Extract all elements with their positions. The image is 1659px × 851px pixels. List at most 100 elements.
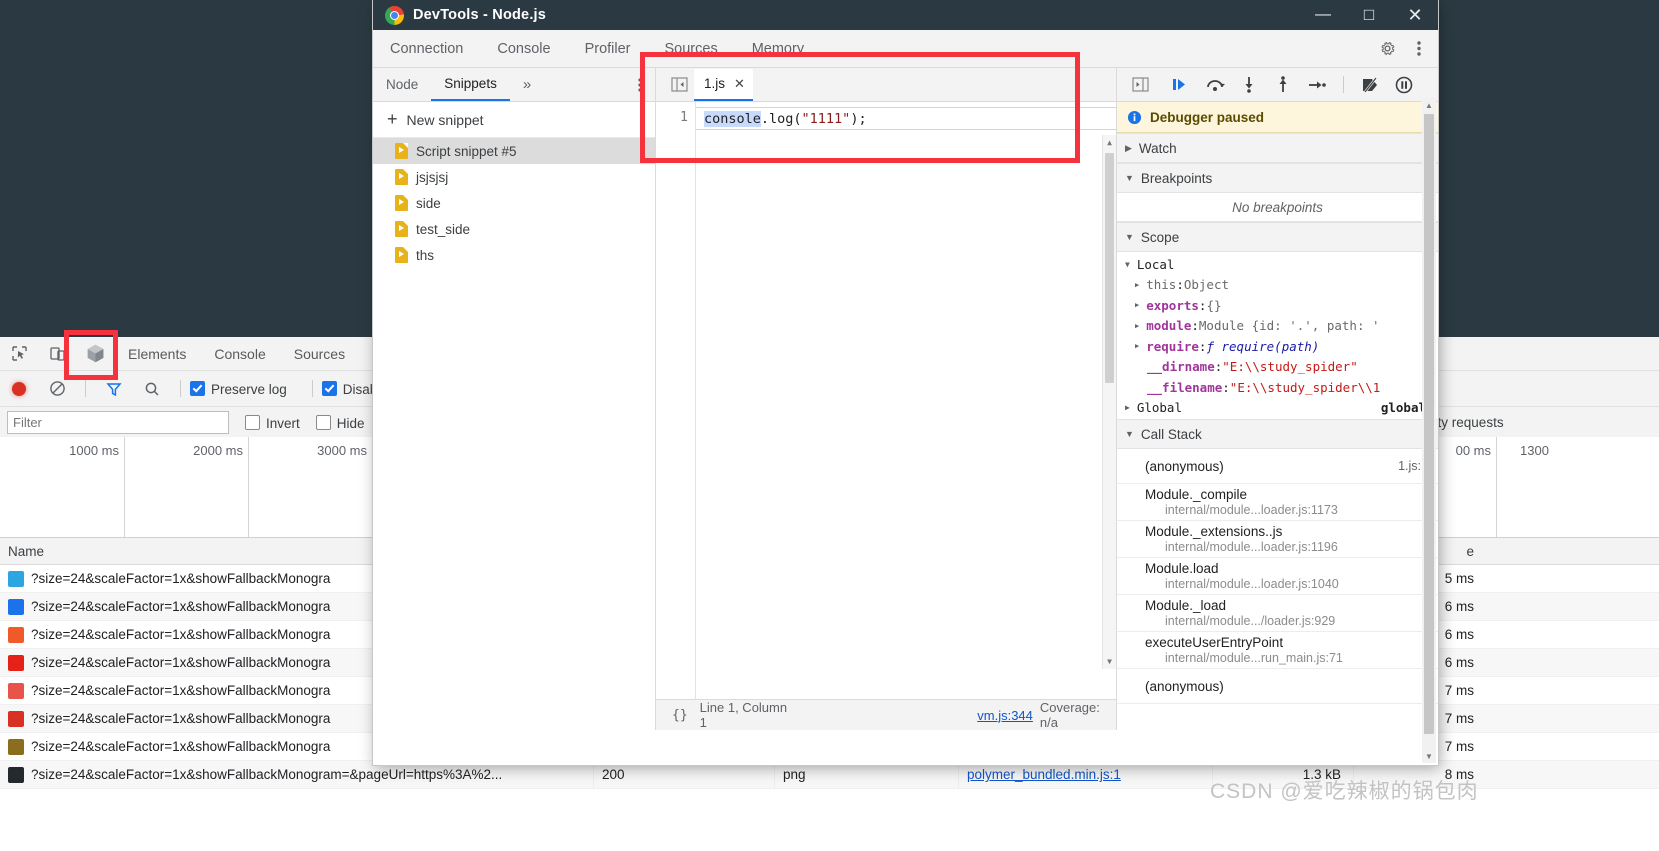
snippet-list-item[interactable]: Script snippet #5	[373, 138, 655, 164]
tab-console[interactable]: Console	[480, 31, 567, 67]
minimize-button[interactable]: —	[1300, 0, 1346, 30]
initiator-link[interactable]: polymer_bundled.min.js:1	[967, 767, 1121, 782]
tab-sources[interactable]: Sources	[648, 31, 735, 67]
request-name: ?size=24&scaleFactor=1x&showFallbackMono…	[31, 739, 331, 754]
source-map-link[interactable]: vm.js:344	[977, 708, 1033, 723]
nav-tab-more[interactable]: »	[510, 69, 544, 101]
resume-script-execution-icon[interactable]	[1164, 69, 1198, 101]
code-text-area[interactable]: console.log("1111");	[696, 102, 1116, 699]
step-into-next-function-call-icon[interactable]	[1232, 69, 1266, 101]
code-editor[interactable]: 1 console.log("1111"); ▲ ▼	[656, 102, 1116, 699]
filter-input[interactable]: Filter	[7, 411, 229, 434]
new-snippet-button[interactable]: + New snippet	[373, 102, 655, 138]
deactivate-breakpoints-icon[interactable]	[1353, 69, 1387, 101]
scope-entry[interactable]: ▶ exports: {}	[1117, 295, 1438, 316]
maximize-button[interactable]: □	[1346, 0, 1392, 30]
chevron-right-icon: ▶	[1125, 142, 1132, 153]
cell-name: ?size=24&scaleFactor=1x&showFallbackMono…	[0, 766, 593, 783]
scope-global-row[interactable]: ▶ Global global	[1117, 398, 1438, 419]
nav-tab-node[interactable]: Node	[373, 69, 431, 101]
scrollbar-thumb[interactable]	[1105, 153, 1114, 383]
clear-icon[interactable]	[38, 373, 76, 405]
section-call-stack[interactable]: ▼ Call Stack	[1117, 419, 1438, 449]
scroll-down-icon[interactable]: ▼	[1422, 749, 1436, 763]
call-stack-list[interactable]: ➤(anonymous)1.js:1Module._compileinterna…	[1117, 449, 1438, 730]
search-icon[interactable]	[133, 373, 171, 405]
scroll-up-icon[interactable]: ▲	[1422, 98, 1436, 112]
scope-entry-value: "E:\\study_spider\\1	[1229, 379, 1381, 395]
filter-icon[interactable]	[95, 373, 133, 405]
scope-local-label: Local	[1136, 256, 1175, 272]
call-stack-row[interactable]: Module._extensions..js internal/module...…	[1117, 521, 1438, 558]
pretty-print-icon[interactable]: {}	[672, 708, 688, 723]
chevron-right-icon: ▶	[1135, 342, 1140, 351]
window-title-bar[interactable]: DevTools - Node.js — □ ✕	[373, 0, 1438, 30]
record-icon[interactable]	[0, 373, 38, 405]
call-stack-row[interactable]: Module._compile internal/module...loader.…	[1117, 484, 1438, 521]
device-toolbar-icon[interactable]	[38, 338, 76, 370]
scroll-up-icon[interactable]: ▲	[1103, 135, 1116, 150]
code-token-tail: );	[850, 111, 867, 127]
hide-checkbox[interactable]: Hide	[315, 414, 365, 431]
scrollbar-thumb[interactable]	[1424, 114, 1434, 734]
step-out-of-current-function-icon[interactable]	[1266, 69, 1300, 101]
step-over-next-function-call-icon[interactable]	[1198, 69, 1232, 101]
close-icon[interactable]: ✕	[734, 76, 745, 92]
kebab-menu-icon[interactable]	[1406, 33, 1432, 65]
debugger-scrollbar[interactable]: ▲ ▼	[1422, 98, 1436, 763]
section-breakpoints[interactable]: ▼ Breakpoints	[1117, 163, 1438, 193]
scope-entry[interactable]: ▶ this: Object	[1117, 275, 1438, 296]
tab-elements[interactable]: Elements	[114, 338, 200, 370]
snippets-navigator: Node Snippets » + New snippet Script sni…	[373, 68, 656, 730]
section-watch[interactable]: ▶ Watch	[1117, 133, 1438, 163]
scope-entry[interactable]: ▶ module: Module {id: '.', path: '	[1117, 316, 1438, 337]
editor-scrollbar[interactable]: ▲ ▼	[1102, 135, 1116, 669]
divider	[85, 380, 86, 397]
call-stack-row[interactable]: Module.load internal/module...loader.js:1…	[1117, 558, 1438, 595]
gear-icon[interactable]	[1368, 33, 1406, 65]
inspect-element-icon[interactable]	[0, 338, 38, 370]
show-navigator-icon[interactable]	[664, 69, 694, 101]
code-token-string: "1111"	[801, 111, 851, 127]
divider	[180, 380, 181, 397]
snippet-list-item[interactable]: side	[373, 190, 655, 216]
call-stack-row[interactable]: Module._load internal/module.../loader.js…	[1117, 595, 1438, 632]
timeline-tick: 00 ms	[1455, 443, 1491, 458]
scope-entry[interactable]: ▶ require: ƒ require(path)	[1117, 336, 1438, 357]
nav-tab-snippets[interactable]: Snippets	[431, 68, 510, 101]
scroll-down-icon[interactable]: ▼	[1103, 654, 1116, 669]
close-button[interactable]: ✕	[1392, 0, 1438, 30]
snippet-list-item[interactable]: jsjsjsj	[373, 164, 655, 190]
debugger-toolbar	[1117, 68, 1438, 102]
disable-cache-checkbox[interactable]: Disab	[321, 380, 377, 397]
cursor-position: Line 1, Column 1	[699, 700, 788, 730]
step-icon[interactable]	[1300, 69, 1334, 101]
pause-on-exceptions-icon[interactable]	[1387, 69, 1421, 101]
call-stack-row[interactable]: executeUserEntryPoint internal/module...r…	[1117, 632, 1438, 669]
tab-sources[interactable]: Sources	[280, 338, 359, 370]
node-cube-icon[interactable]	[76, 338, 114, 370]
editor-tab-1js[interactable]: 1.js ✕	[694, 68, 753, 101]
call-stack-row[interactable]: ➤(anonymous)1.js:1	[1117, 449, 1438, 484]
section-scope[interactable]: ▼ Scope	[1117, 222, 1438, 252]
kebab-menu-icon[interactable]	[625, 69, 655, 101]
invert-checkbox[interactable]: Invert	[245, 414, 300, 431]
editor-status-bar: {} Line 1, Column 1 vm.js:344 Coverage: …	[656, 699, 1116, 730]
snippet-file-icon	[395, 221, 408, 237]
favicon-icon	[8, 766, 24, 783]
tab-profiler[interactable]: Profiler	[568, 31, 648, 67]
tab-connection[interactable]: Connection	[373, 31, 480, 67]
scope-entry-key: this	[1146, 277, 1177, 293]
breakpoints-label: Breakpoints	[1140, 170, 1213, 186]
scope-entry[interactable]: __dirname: "E:\\study_spider"	[1117, 357, 1438, 378]
call-stack-row[interactable]: (anonymous)	[1117, 669, 1438, 704]
tab-console[interactable]: Console	[200, 338, 279, 370]
scope-entry[interactable]: __filename: "E:\\study_spider\\1	[1117, 377, 1438, 398]
tab-memory[interactable]: Memory	[735, 31, 821, 67]
preserve-log-checkbox[interactable]: Preserve log	[190, 380, 287, 397]
snippet-list-item[interactable]: test_side	[373, 216, 655, 242]
snippet-list-item[interactable]: ths	[373, 242, 655, 268]
show-debugger-sidebar-icon[interactable]	[1125, 69, 1155, 101]
scope-local-row[interactable]: ▼ Local	[1117, 254, 1438, 275]
scope-tree[interactable]: ▼ Local ▶ this: Object ▶ exports: {} ▶ module:…	[1117, 252, 1438, 419]
